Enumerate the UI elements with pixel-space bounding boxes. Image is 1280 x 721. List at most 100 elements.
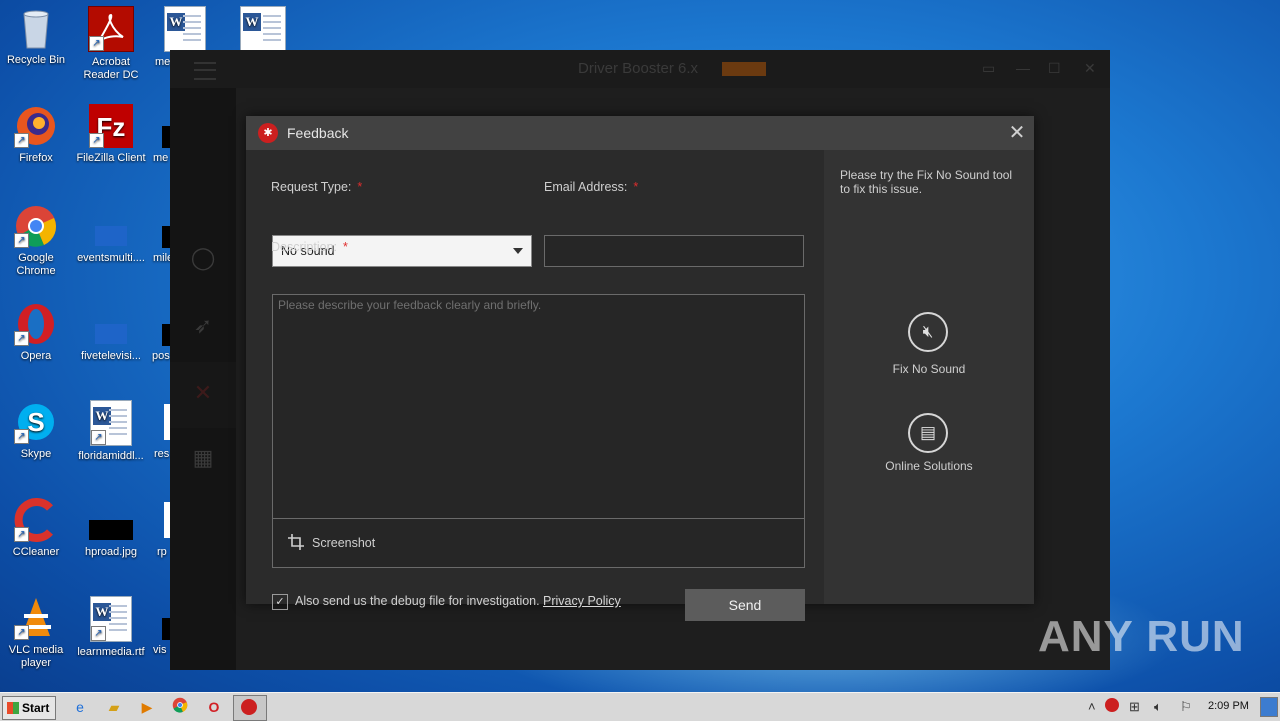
desktop-icon-recycle-bin[interactable]: Recycle Bin [0,6,72,67]
boost-rocket-icon[interactable]: ➶ [190,313,216,339]
vlc-icon: ↗ [14,596,58,640]
action-center-icon[interactable]: ▦ [190,445,216,471]
send-button[interactable]: Send [685,589,805,621]
fix-no-sound-label[interactable]: Fix No Sound [824,362,1034,376]
feedback-dialog: ✱ Feedback ✕ Request Type: * No sound Ema… [246,116,1034,621]
desktop-icon-filezilla[interactable]: Fz ↗ FileZilla Client [75,104,147,165]
email-label: Email Address: * [544,180,639,194]
media-player-icon[interactable]: ▶ [137,697,157,717]
acrobat-icon: ↗ [88,6,134,52]
shortcut-arrow-icon: ↗ [89,133,104,148]
start-button[interactable]: Start [2,696,56,720]
desktop-icon-vis[interactable]: vis [150,596,170,657]
internet-explorer-icon[interactable]: e [70,697,90,717]
show-desktop-button[interactable] [1260,697,1278,717]
desktop-icon-opera[interactable]: ↗ Opera [0,302,72,363]
desktop-icon-label: fivetelevisi... [81,350,141,362]
opera-taskbar-icon[interactable]: O [204,697,224,717]
close-icon[interactable]: ✕ [1084,60,1096,77]
crop-screenshot-icon[interactable] [288,534,304,550]
app-logo-icon: ✱ [258,123,278,143]
network-icon[interactable]: ⊞ [1129,698,1140,716]
debug-file-checkbox[interactable]: ✓ [272,594,288,610]
app-sidebar: ◯ ➶ ✕ ▦ [170,88,236,670]
dialog-title: Feedback [287,125,349,141]
shortcut-arrow-icon: ↗ [14,625,29,640]
shortcut-arrow-icon: ↗ [89,36,104,51]
divider [273,518,804,519]
firefox-icon: ↗ [14,104,58,148]
skype-icon: S ↗ [14,400,58,444]
taskbar: Start e ▰ ▶ O ˄ ⊞ 🔈︎ ⚐ 2:09 PM [0,692,1280,721]
close-icon[interactable]: ✕ [1006,122,1028,144]
desktop-icon-mile[interactable]: mile [150,204,174,265]
volume-icon[interactable]: 🔈︎ [1154,698,1162,716]
privacy-policy-link[interactable]: Privacy Policy [543,594,621,608]
shortcut-arrow-icon: ↗ [14,331,29,346]
desktop-icon-label: Recycle Bin [6,54,66,66]
app-edition-badge [722,62,766,76]
required-marker: * [357,180,363,194]
sidebar-active-item[interactable]: ✕ [170,362,236,428]
app-title: Driver Booster 6.x [578,60,699,77]
opera-icon: ↗ [14,302,58,346]
desktop-icon-rp[interactable]: rp [150,498,170,559]
desktop-icon-vlc[interactable]: ↗ VLC media player [0,596,72,670]
anyrun-watermark: ANY RUN [1038,612,1245,661]
clock[interactable]: 2:09 PM [1208,700,1249,712]
minimize-icon[interactable]: — [1016,60,1030,76]
desktop-icon-chrome[interactable]: ↗ Google Chrome [0,204,72,278]
ccleaner-icon: ↗ [14,498,58,542]
shortcut-arrow-icon: ↗ [14,133,29,148]
dialog-titlebar: ✱ Feedback ✕ [246,116,1034,150]
request-type-label: Request Type: * [271,180,363,194]
desktop-icon-label: CCleaner [12,546,60,558]
file-icon [89,204,133,248]
desktop-icon-doc-me2[interactable]: me [150,104,170,165]
desktop-icon-label: floridamiddl... [78,450,144,462]
show-hidden-icons-icon[interactable]: ˄ [1088,698,1096,716]
desktop-icon-label: mile [153,252,174,264]
desktop-icon-label: pos [152,350,170,362]
word-document-icon: W ↗ [90,596,132,642]
screenshot-button[interactable]: Screenshot [312,536,375,550]
file-icon [89,302,133,346]
shortcut-arrow-icon: ↗ [14,527,29,542]
desktop-icon-res[interactable]: res [150,400,170,461]
scan-icon[interactable]: ◯ [190,245,216,271]
desktop-icon-ccleaner[interactable]: ↗ CCleaner [0,498,72,559]
file-icon [150,104,170,148]
desktop-icon-fivetelevisi[interactable]: fivetelevisi... [75,302,147,363]
desktop-icon-floridamiddl[interactable]: W ↗ floridamiddl... [75,400,147,463]
description-label: Description: * [271,240,348,254]
email-field[interactable] [544,235,804,267]
desktop-icon-eventsmulti[interactable]: eventsmulti.... [75,204,147,265]
desktop-icon-word-doc[interactable]: W [238,6,288,56]
file-icon [150,204,170,248]
mute-speaker-icon[interactable]: 🔇︎ [908,312,948,352]
tools-icon: ✕ [193,380,213,405]
description-textarea[interactable]: Please describe your feedback clearly an… [272,294,805,568]
desktop-icon-firefox[interactable]: ↗ Firefox [0,104,72,165]
book-icon[interactable]: ▤ [908,413,948,453]
file-explorer-icon[interactable]: ▰ [104,697,124,717]
image-file-icon [89,498,133,542]
desktop-icon-acrobat[interactable]: ↗ Acrobat Reader DC [75,6,147,82]
word-document-icon: W ↗ [90,400,132,446]
message-icon[interactable]: ▭ [982,60,995,77]
chrome-taskbar-icon[interactable] [170,697,190,717]
desktop-icon-skype[interactable]: S ↗ Skype [0,400,72,461]
shortcut-arrow-icon: ↗ [91,626,106,641]
online-solutions-label[interactable]: Online Solutions [824,459,1034,473]
description-placeholder: Please describe your feedback clearly an… [278,298,542,312]
driver-booster-tray-icon[interactable] [1105,698,1119,717]
driver-booster-taskbar-button[interactable] [233,695,267,721]
desktop-icon-learnmedia[interactable]: W ↗ learnmedia.rtf [75,596,147,659]
desktop-icon-pos[interactable]: pos [150,302,170,363]
desktop-icon-label: eventsmulti.... [77,252,145,264]
maximize-icon[interactable]: ☐ [1048,60,1061,77]
desktop-icon-hproad[interactable]: hproad.jpg [75,498,147,559]
action-center-flag-icon[interactable]: ⚐ [1180,698,1192,716]
menu-icon[interactable] [194,62,216,80]
recycle-bin-icon [14,6,58,50]
